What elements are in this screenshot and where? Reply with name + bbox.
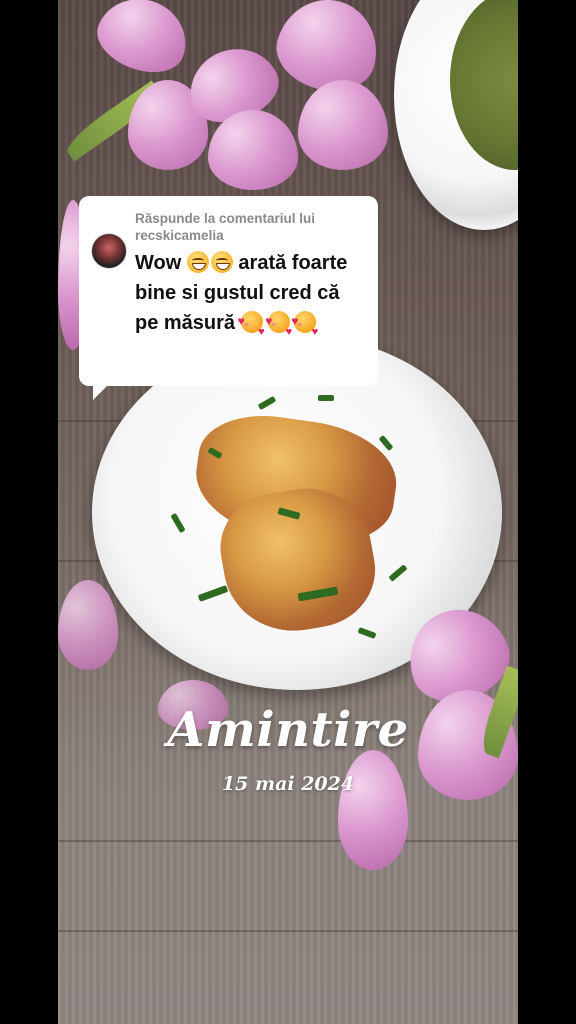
reply-comment-card[interactable]: Răspunde la comentariul lui recskicameli… (79, 196, 378, 400)
grinning-face-icon (186, 251, 209, 273)
flower-petal (298, 80, 388, 170)
wood-grain (58, 930, 518, 932)
memory-date: 15 mai 2024 (221, 773, 355, 795)
wood-grain (58, 840, 518, 842)
flower-petal (338, 750, 408, 870)
video-frame[interactable] (58, 0, 518, 1024)
reply-header: Răspunde la comentariul lui recskicameli… (135, 211, 316, 243)
parsley (318, 395, 334, 401)
comment-text-start: Wow (135, 252, 182, 274)
memory-title: Amintire (167, 702, 409, 758)
flower-petal (88, 0, 198, 84)
smiling-face-with-hearts-icon (291, 306, 318, 347)
flower-petal (58, 580, 118, 670)
smiling-face-with-hearts-icon (238, 306, 265, 347)
grinning-face-icon (210, 251, 233, 273)
comment-text: Wow arată foarte bine si gustul cred că … (135, 248, 366, 347)
flower-petal (208, 110, 298, 190)
smiling-face-with-hearts-icon (265, 306, 292, 347)
commenter-avatar (91, 233, 127, 269)
